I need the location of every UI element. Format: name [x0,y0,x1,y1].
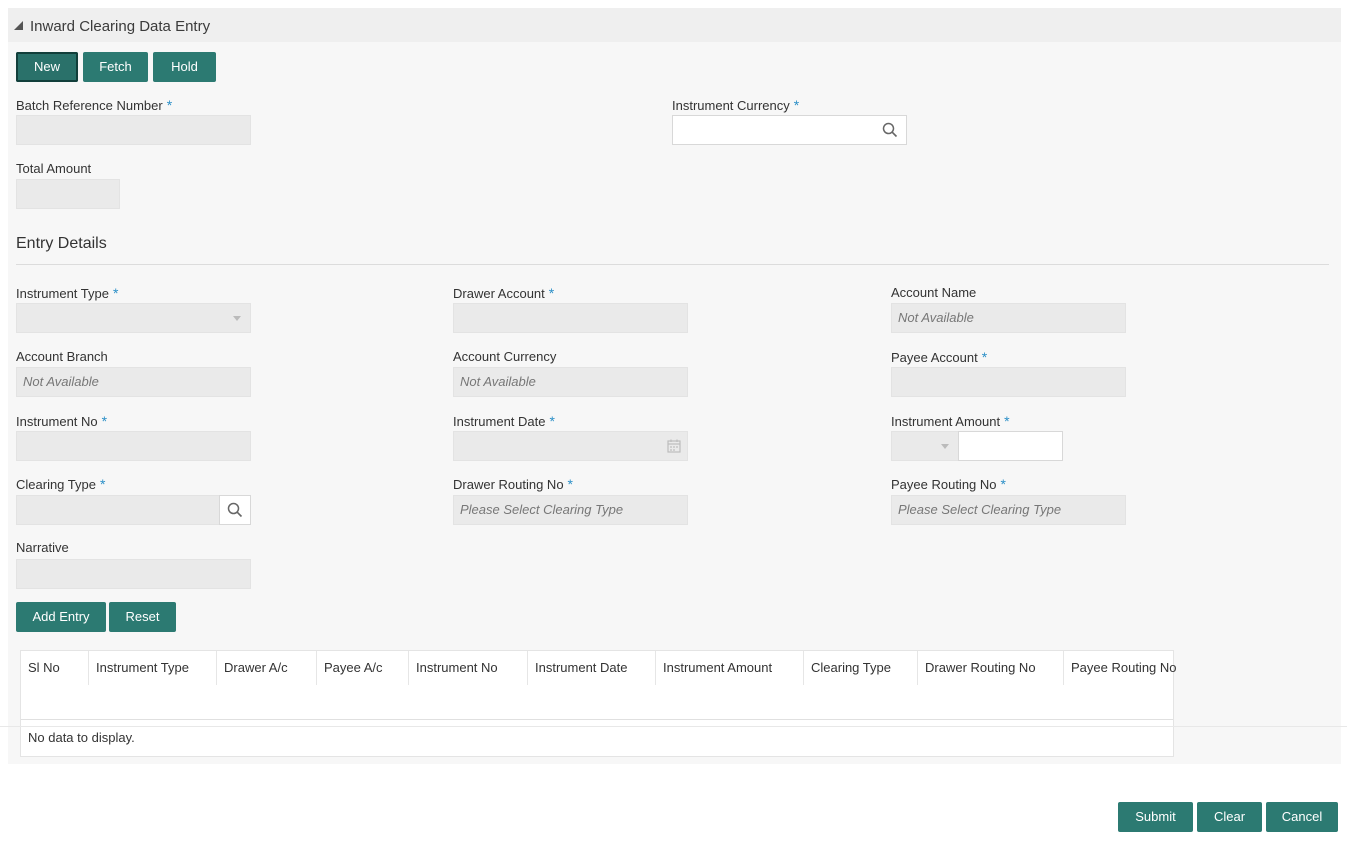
submit-button[interactable]: Submit [1118,802,1193,832]
account-name-field: Not Available [891,303,1126,333]
batch-reference-input[interactable] [16,115,251,145]
column-header-drawer-routing-no[interactable]: Drawer Routing No [918,651,1064,685]
account-currency-field: Not Available [453,367,688,397]
hold-button[interactable]: Hold [153,52,216,82]
account-branch-field: Not Available [16,367,251,397]
required-mark: * [166,97,173,113]
instrument-currency-search-icon[interactable] [882,122,898,138]
entry-details-heading: Entry Details [16,235,107,252]
required-mark: * [981,349,988,365]
instrument-amount-label: Instrument Amount * [891,413,1010,429]
section-divider [16,264,1329,265]
column-header-payee-routing-no[interactable]: Payee Routing No [1064,651,1177,685]
instrument-currency-input[interactable] [672,115,907,145]
instrument-no-label: Instrument No * [16,413,108,429]
narrative-input[interactable] [16,559,251,589]
drawer-account-label: Drawer Account * [453,285,555,301]
required-mark: * [112,285,119,301]
collapse-triangle-icon[interactable] [14,21,23,30]
calendar-icon[interactable] [667,439,681,453]
total-amount-field [16,179,120,209]
column-header-clearing-type[interactable]: Clearing Type [804,651,918,685]
column-header-instrument-no[interactable]: Instrument No [409,651,528,685]
add-entry-button[interactable]: Add Entry [16,602,106,632]
required-mark: * [567,476,573,492]
column-header-payee-ac[interactable]: Payee A/c [317,651,409,685]
instrument-type-label: Instrument Type * [16,285,119,301]
drawer-routing-label: Drawer Routing No * [453,476,573,492]
payee-account-input[interactable] [891,367,1126,397]
column-header-instrument-date[interactable]: Instrument Date [528,651,656,685]
column-header-instrument-type[interactable]: Instrument Type [89,651,217,685]
page-divider [0,726,1347,727]
instrument-no-input[interactable] [16,431,251,461]
required-mark: * [549,413,555,429]
new-button[interactable]: New [16,52,78,82]
panel-header[interactable]: Inward Clearing Data Entry [8,8,1341,42]
fetch-button[interactable]: Fetch [83,52,148,82]
batch-reference-label: Batch Reference Number * [16,97,173,113]
entries-table: Sl No Instrument Type Drawer A/c Payee A… [20,650,1177,757]
required-mark: * [1004,413,1010,429]
clear-button[interactable]: Clear [1197,802,1262,832]
clearing-type-label: Clearing Type * [16,476,106,492]
instrument-date-label: Instrument Date * [453,413,555,429]
required-mark: * [548,285,555,301]
narrative-label: Narrative [16,540,69,555]
table-divider [21,719,1173,720]
clearing-type-input[interactable] [16,495,220,525]
account-currency-label: Account Currency [453,349,557,364]
payee-routing-field: Please Select Clearing Type [891,495,1126,525]
chevron-down-icon[interactable] [233,316,241,321]
required-mark: * [1000,476,1006,492]
column-header-instrument-amount[interactable]: Instrument Amount [656,651,804,685]
instrument-type-select[interactable] [16,303,251,333]
cancel-button[interactable]: Cancel [1266,802,1338,832]
required-mark: * [99,476,106,492]
drawer-routing-field: Please Select Clearing Type [453,495,688,525]
instrument-amount-input[interactable] [958,431,1063,461]
column-header-drawer-ac[interactable]: Drawer A/c [217,651,317,685]
drawer-account-input[interactable] [453,303,688,333]
search-icon[interactable] [227,502,243,518]
total-amount-label: Total Amount [16,161,92,176]
account-name-label: Account Name [891,285,977,300]
payee-routing-label: Payee Routing No * [891,476,1006,492]
reset-button[interactable]: Reset [109,602,176,632]
account-branch-label: Account Branch [16,349,108,364]
required-mark: * [793,97,800,113]
payee-account-label: Payee Account * [891,349,988,365]
column-header-sl-no[interactable]: Sl No [21,651,89,685]
chevron-down-icon[interactable] [941,444,949,449]
clearing-type-search-button[interactable] [219,495,251,525]
page-title: Inward Clearing Data Entry [30,18,211,35]
instrument-date-input[interactable] [453,431,688,461]
required-mark: * [101,413,108,429]
empty-table-message: No data to display. [28,730,135,745]
instrument-currency-label: Instrument Currency * [672,97,800,113]
